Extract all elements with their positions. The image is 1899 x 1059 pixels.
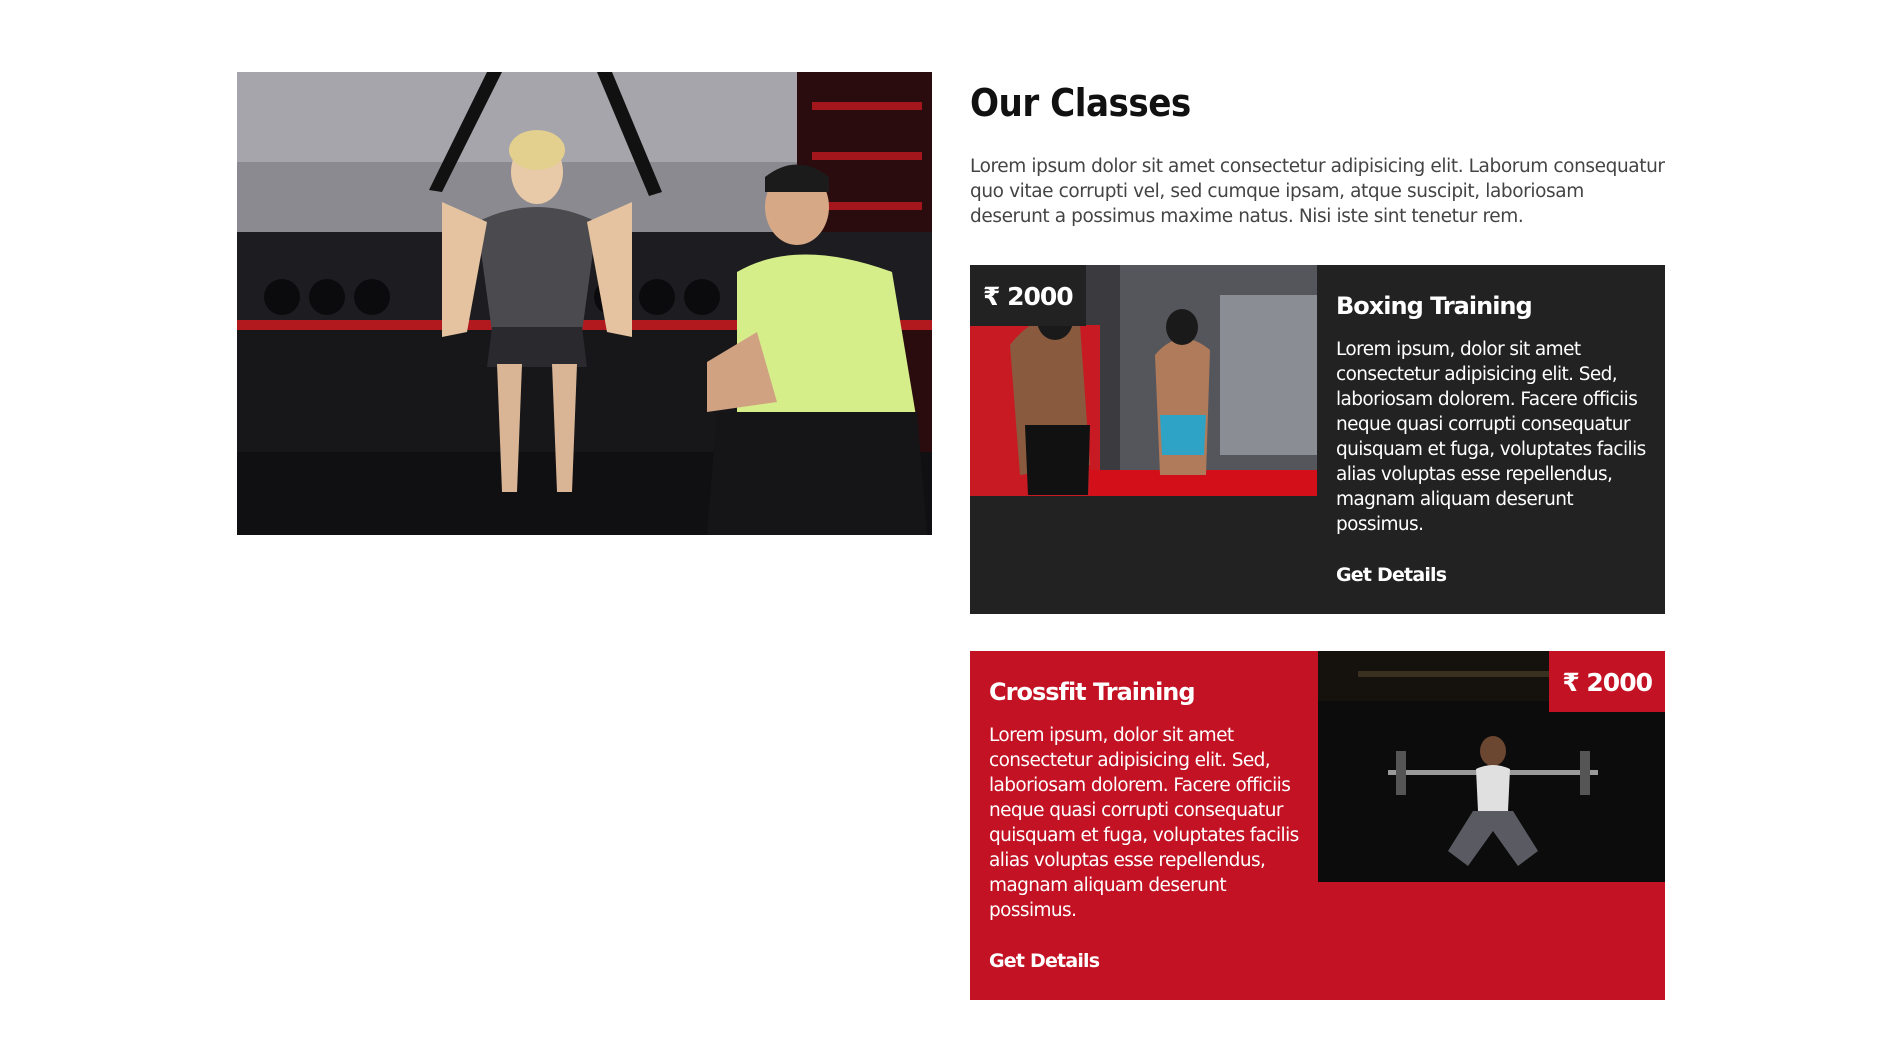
boxing-card-title: Boxing Training: [1336, 292, 1533, 320]
classes-intro: Our Classes Lorem ipsum dolor sit amet c…: [970, 72, 1665, 229]
boxing-card-description: Lorem ipsum, dolor sit amet consectetur …: [1336, 339, 1646, 535]
trainer-workout-photo: [237, 72, 932, 535]
classes-section: Our Classes Lorem ipsum dolor sit amet c…: [0, 0, 1899, 1059]
boxing-price-badge: ₹ 2000: [970, 265, 1086, 326]
boxing-card-body: Boxing Training Lorem ipsum, dolor sit a…: [1317, 265, 1665, 614]
crossfit-card-title: Crossfit Training: [989, 678, 1196, 706]
crossfit-card-description: Lorem ipsum, dolor sit amet consectetur …: [989, 725, 1299, 921]
class-card-crossfit: Crossfit Training Lorem ipsum, dolor sit…: [970, 651, 1665, 1000]
crossfit-card-body: Crossfit Training Lorem ipsum, dolor sit…: [970, 651, 1318, 1000]
boxing-class-photo: ₹ 2000: [970, 265, 1317, 496]
section-title: Our Classes: [970, 81, 1191, 125]
boxing-get-details-link[interactable]: Get Details: [1336, 563, 1447, 587]
crossfit-price-badge: ₹ 2000: [1549, 651, 1665, 712]
class-card-boxing: ₹ 2000 Boxing Training Lorem ipsum, dolo…: [970, 265, 1665, 614]
crossfit-get-details-link[interactable]: Get Details: [989, 949, 1100, 973]
section-intro-text: Lorem ipsum dolor sit amet consectetur a…: [970, 156, 1665, 227]
crossfit-class-photo: ₹ 2000: [1318, 651, 1665, 882]
